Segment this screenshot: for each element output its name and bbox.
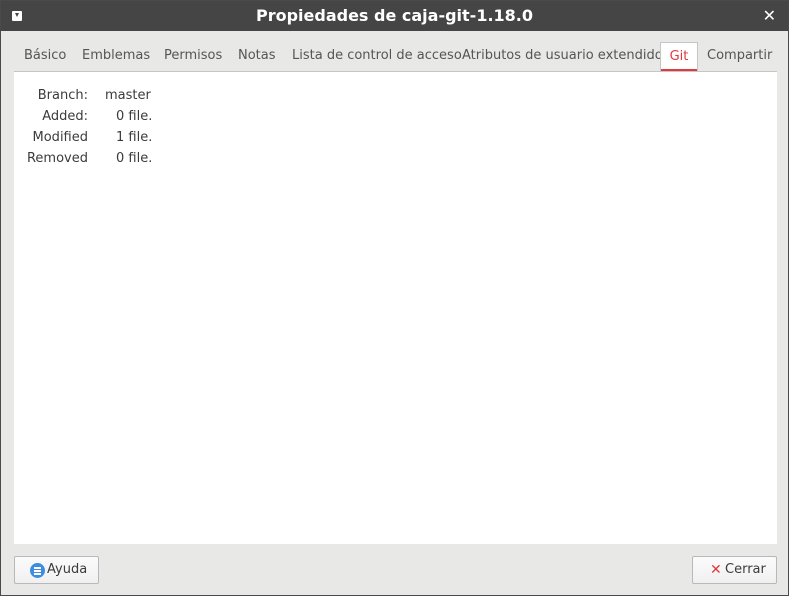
tab-git[interactable]: Git xyxy=(660,42,698,71)
removed-value: 0 file. xyxy=(116,151,153,166)
close-icon: ✕ xyxy=(710,562,722,578)
tab-basico[interactable]: Básico xyxy=(24,42,66,70)
titlebar[interactable]: Propiedades de caja-git-1.18.0 ✕ xyxy=(1,1,788,31)
removed-label: Removed xyxy=(26,151,88,166)
modified-value: 1 file. xyxy=(116,130,153,145)
help-button[interactable]: Ayuda xyxy=(14,556,99,584)
added-label: Added: xyxy=(42,109,88,124)
help-button-label: Ayuda xyxy=(47,562,88,577)
tab-emblemas[interactable]: Emblemas xyxy=(82,42,150,70)
close-button-label: Cerrar xyxy=(725,562,766,577)
branch-label: Branch: xyxy=(37,88,88,103)
modified-label: Modified xyxy=(32,130,88,145)
tab-notas[interactable]: Notas xyxy=(238,42,276,70)
added-value: 0 file. xyxy=(116,109,153,124)
tab-compartir[interactable]: Compartir xyxy=(707,42,772,70)
git-panel: Branch: master Added: 0 file. Modified 1… xyxy=(14,72,777,544)
close-window-icon[interactable]: ✕ xyxy=(763,5,776,27)
tab-permisos[interactable]: Permisos xyxy=(164,42,222,70)
window-title: Propiedades de caja-git-1.18.0 xyxy=(255,6,534,25)
branch-value: master xyxy=(105,88,151,103)
close-button[interactable]: ✕ Cerrar xyxy=(692,556,777,584)
tab-atributos-usuario[interactable]: Atributos de usuario extendidos xyxy=(462,42,669,70)
tab-bar: Básico Emblemas Permisos Notas Lista de … xyxy=(14,42,777,72)
properties-dialog: Propiedades de caja-git-1.18.0 ✕ Básico … xyxy=(0,0,789,596)
tab-lista-control-acceso[interactable]: Lista de control de acceso xyxy=(292,42,462,70)
help-icon xyxy=(30,563,45,578)
